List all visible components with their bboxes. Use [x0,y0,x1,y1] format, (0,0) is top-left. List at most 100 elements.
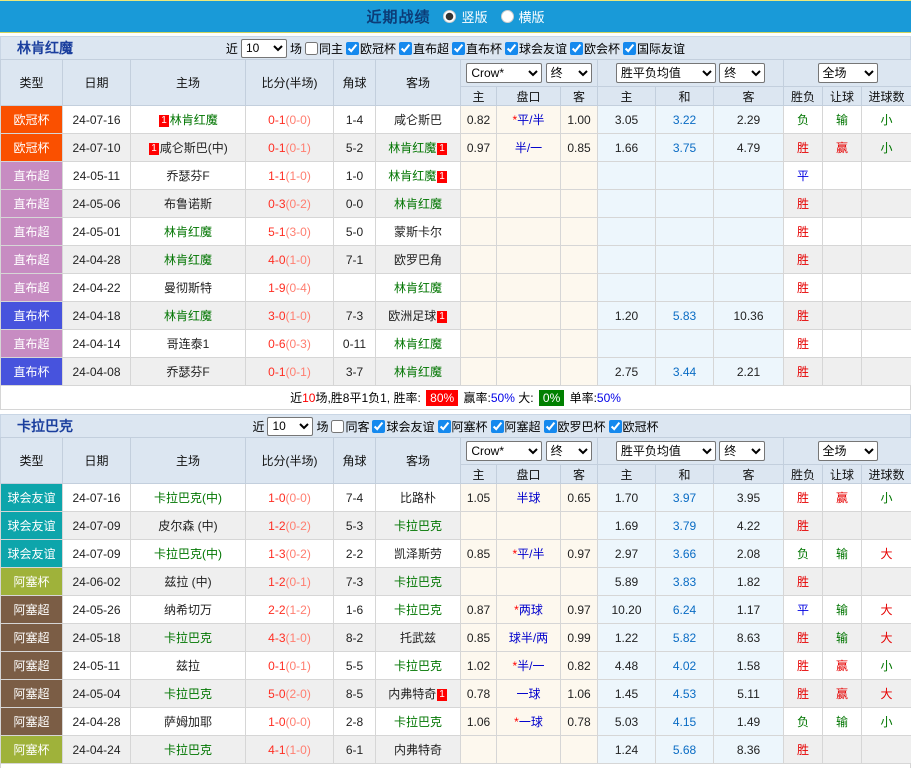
bookmaker-select[interactable]: Crow* [466,63,542,83]
away-team-name[interactable]: 内弗特奇 [394,743,442,757]
home-team-name[interactable]: 咸仑斯巴(中) [160,141,228,155]
layout-option-vertical[interactable]: 竖版 [435,7,487,26]
league-checkbox[interactable] [491,420,504,433]
home-team-name[interactable]: 卡拉巴克 [164,743,212,757]
same-venue-option[interactable]: 同主 [305,40,343,57]
league-filter-option[interactable]: 球会友谊 [372,418,434,435]
league-checkbox[interactable] [544,420,557,433]
home-team-name[interactable]: 纳希切万 [164,603,212,617]
home-team-name[interactable]: 皮尔森 (中) [158,519,217,533]
home-team-name[interactable]: 布鲁诺斯 [164,197,212,211]
avg-lose-odds: 1.58 [714,652,784,680]
league-filter-option[interactable]: 直布超 [399,40,449,57]
league-checkbox[interactable] [399,42,412,55]
league-checkbox[interactable] [505,42,518,55]
same-venue-option[interactable]: 同客 [331,418,369,435]
avg-win-odds: 5.03 [598,708,656,736]
away-team-name[interactable]: 咸仑斯巴 [394,113,442,127]
league-filter-option[interactable]: 欧会杯 [570,40,620,57]
away-team-name[interactable]: 托武兹 [400,631,436,645]
home-team-name[interactable]: 曼彻斯特 [164,281,212,295]
avg-win-odds: 1.45 [598,680,656,708]
away-team-name[interactable]: 蒙斯卡尔 [394,225,442,239]
away-team-name[interactable]: 林肯红魔 [394,197,442,211]
recent-games-select[interactable]: 10 [267,417,313,436]
recent-games-select[interactable]: 10 [241,39,287,58]
league-badge: 直布杯 [1,358,63,386]
home-team-name[interactable]: 卡拉巴克 [164,631,212,645]
league-checkbox[interactable] [372,420,385,433]
home-team-cell: 1咸仑斯巴(中) [131,134,246,162]
home-team-name[interactable]: 哥连泰1 [167,337,210,351]
horizontal-layout-radio[interactable] [501,10,514,23]
away-team-name[interactable]: 卡拉巴克 [394,575,442,589]
home-team-name[interactable]: 兹拉 (中) [164,575,211,589]
bookmaker-select[interactable]: Crow* [466,441,542,461]
avg-stage-select[interactable]: 终 [719,63,765,83]
league-checkbox[interactable] [346,42,359,55]
away-team-name[interactable]: 卡拉巴克 [394,603,442,617]
away-team-name[interactable]: 比路朴 [400,491,436,505]
col-header-date: 日期 [63,60,131,106]
league-filter-option[interactable]: 国际友谊 [623,40,685,57]
fulltime-select[interactable]: 全场 [818,63,878,83]
layout-option-horizontal[interactable]: 横版 [493,7,545,26]
avg-odds-select[interactable]: 胜平负均值 [616,441,716,461]
home-team-name[interactable]: 林肯红魔 [164,225,212,239]
away-team-name[interactable]: 凯泽斯劳 [394,547,442,561]
avg-draw-odds [656,218,714,246]
home-team-name[interactable]: 兹拉 [176,659,200,673]
same-venue-checkbox[interactable] [331,420,344,433]
fulltime-select[interactable]: 全场 [818,441,878,461]
away-team-name[interactable]: 林肯红魔 [394,337,442,351]
home-team-name[interactable]: 卡拉巴克(中) [154,491,222,505]
home-team-cell: 萨姆加耶 [131,708,246,736]
home-team-name[interactable]: 林肯红魔 [164,309,212,323]
odds-stage-select[interactable]: 终 [546,63,592,83]
same-venue-checkbox[interactable] [305,42,318,55]
fulltime-score: 5-1 [268,225,285,239]
league-filter-option[interactable]: 阿塞超 [491,418,541,435]
home-team-name[interactable]: 林肯红魔 [164,253,212,267]
league-badge: 阿塞杯 [1,568,63,596]
avg-odds-select[interactable]: 胜平负均值 [616,63,716,83]
home-team-name[interactable]: 林肯红魔 [170,113,218,127]
home-team-name[interactable]: 卡拉巴克 [164,687,212,701]
away-team-name[interactable]: 内弗特奇 [388,687,436,701]
league-checkbox[interactable] [609,420,622,433]
home-team-name[interactable]: 卡拉巴克(中) [154,547,222,561]
away-team-name[interactable]: 林肯红魔 [394,281,442,295]
league-checkbox[interactable] [438,420,451,433]
vertical-layout-radio[interactable] [443,10,456,23]
away-team-name[interactable]: 林肯红魔 [394,365,442,379]
league-filter-option[interactable]: 欧冠杯 [346,40,396,57]
league-filter-option[interactable]: 直布杯 [452,40,502,57]
league-label: 国际友谊 [637,40,685,57]
away-team-name[interactable]: 林肯红魔 [388,169,436,183]
avg-draw-odds: 6.24 [656,596,714,624]
home-team-name[interactable]: 乔瑟芬F [166,365,209,379]
away-team-name[interactable]: 欧罗巴角 [394,253,442,267]
league-filter-option[interactable]: 阿塞杯 [438,418,488,435]
result-handicap [823,512,862,540]
avg-draw-odds: 4.15 [656,708,714,736]
match-row: 阿塞超 24-05-04 卡拉巴克 5-0(2-0) 8-5 内弗特奇1 0.7… [1,680,911,708]
avg-win-odds: 5.89 [598,568,656,596]
score-cell: 0-1(0-1) [246,652,334,680]
away-team-name[interactable]: 林肯红魔 [388,141,436,155]
away-team-name[interactable]: 卡拉巴克 [394,659,442,673]
home-team-name[interactable]: 萨姆加耶 [164,715,212,729]
league-checkbox[interactable] [452,42,465,55]
home-team-name[interactable]: 乔瑟芬F [166,169,209,183]
league-checkbox[interactable] [623,42,636,55]
avg-stage-select[interactable]: 终 [719,441,765,461]
away-team-name[interactable]: 卡拉巴克 [394,715,442,729]
match-date: 24-05-04 [63,680,131,708]
league-filter-option[interactable]: 欧罗巴杯 [544,418,606,435]
away-team-name[interactable]: 卡拉巴克 [394,519,442,533]
league-filter-option[interactable]: 欧冠杯 [609,418,659,435]
league-checkbox[interactable] [570,42,583,55]
odds-stage-select[interactable]: 终 [546,441,592,461]
away-team-name[interactable]: 欧洲足球 [388,309,436,323]
league-filter-option[interactable]: 球会友谊 [505,40,567,57]
